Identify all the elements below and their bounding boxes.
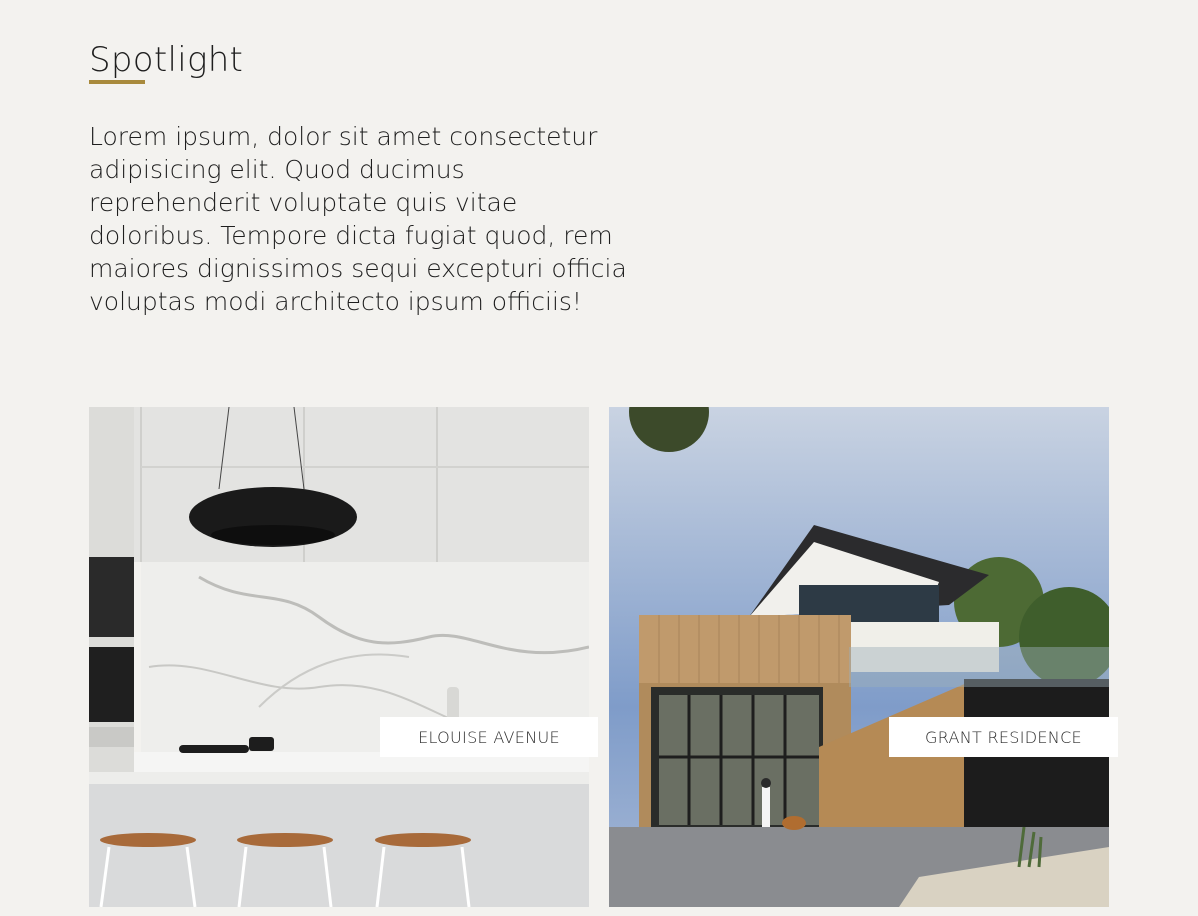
house-exterior-image [609,407,1109,907]
section-title: Spotlight [89,40,244,80]
project-label-grant-residence[interactable]: GRANT RESIDENCE [889,717,1118,757]
title-underline [89,80,145,84]
project-card-elouise-avenue[interactable] [89,407,589,907]
section-intro: Lorem ipsum, dolor sit amet consectetur … [89,122,627,316]
project-label-elouise-avenue[interactable]: ELOUISE AVENUE [380,717,598,757]
kitchen-interior-image [89,407,589,907]
project-card-grant-residence[interactable] [609,407,1109,907]
